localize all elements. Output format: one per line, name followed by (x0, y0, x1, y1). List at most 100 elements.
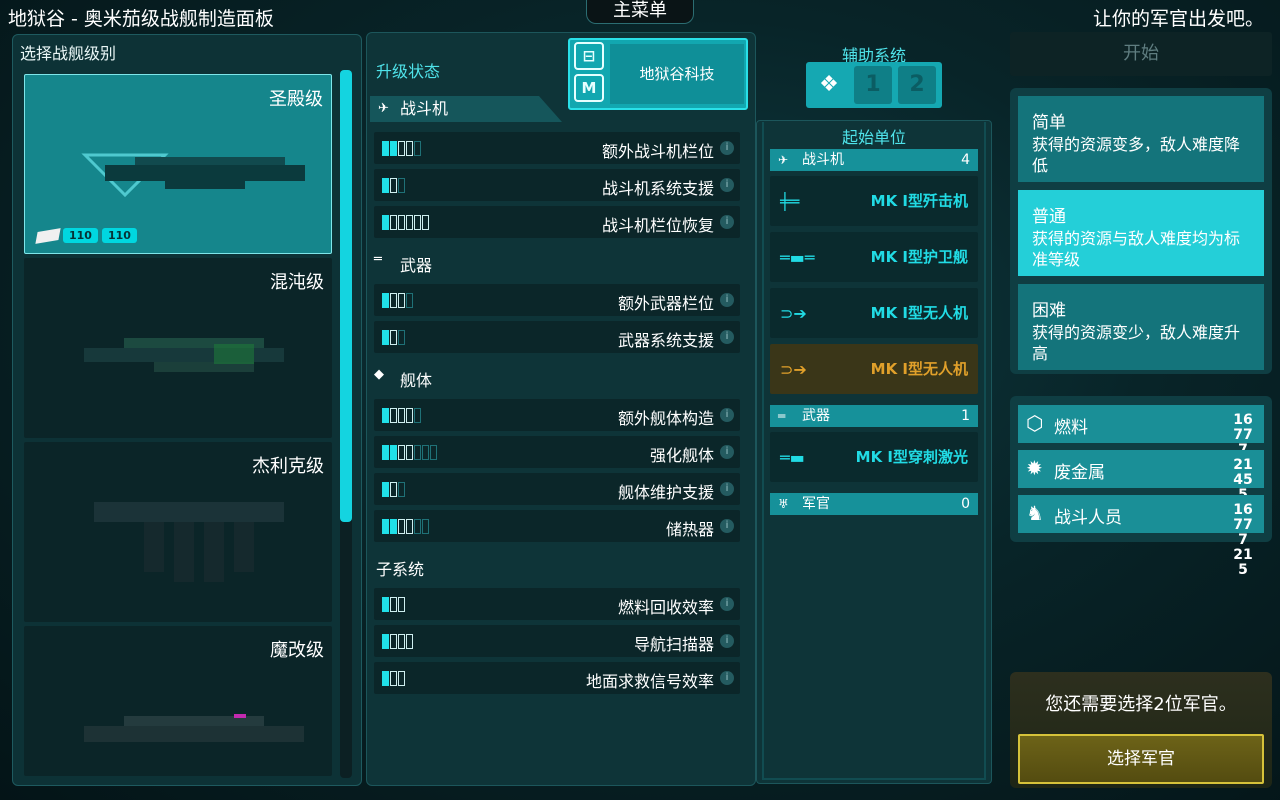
info-icon[interactable]: i (720, 482, 734, 496)
level-bar-on (390, 141, 397, 156)
upgrade-row[interactable]: 战斗机系统支援 i (374, 169, 740, 201)
level-bar-off (414, 141, 421, 156)
drone-icon: ⊃➔ (780, 360, 807, 379)
level-bar-mid (406, 215, 413, 230)
level-bar-on (382, 519, 389, 534)
level-bar-mid (390, 293, 397, 308)
ship-name: 魔改级 (270, 640, 324, 661)
upgrade-row[interactable]: 额外舰体构造 i (374, 399, 740, 431)
info-icon[interactable]: i (720, 408, 734, 422)
level-bar-off (414, 408, 421, 423)
upgrade-row[interactable]: 武器系统支援 i (374, 321, 740, 353)
upgrade-label: 强化舰体 (649, 446, 714, 465)
ship-card-chaos[interactable]: 混沌级 (24, 258, 332, 438)
section-weapons: ═ 武器 (374, 252, 432, 276)
level-bar-mid (406, 141, 413, 156)
ship-name: 混沌级 (270, 272, 324, 293)
unit-card[interactable]: ⊃➔ MK I型无人机 (770, 288, 978, 338)
info-icon[interactable]: i (720, 445, 734, 459)
upgrade-label: 额外武器栏位 (617, 294, 714, 313)
level-bar-mid (390, 215, 397, 230)
resource-crew: ♞ 战斗人员 16 77 7 21 5 (1018, 495, 1264, 578)
level-bar-mid (406, 519, 413, 534)
ship-card-temple[interactable]: 圣殿级 110 110 (24, 74, 332, 254)
units-officers-count: 0 (961, 496, 970, 512)
soldier-icon: ♞ (1026, 501, 1044, 525)
unit-card[interactable]: ╪═ MK I型歼击机 (770, 176, 978, 226)
start-button[interactable]: 开始 (1010, 32, 1272, 76)
upgrade-row[interactable]: 战斗机栏位恢复 i (374, 206, 740, 238)
info-icon[interactable]: i (720, 519, 734, 533)
level-bar-on (382, 330, 389, 345)
upgrade-row[interactable]: 地面求救信号效率 i (374, 662, 740, 694)
upgrade-level-bars (382, 671, 405, 686)
level-bar-mid (390, 597, 397, 612)
difficulty-desc: 获得的资源与敌人难度均为标准等级 (1032, 229, 1241, 269)
resource-value: 16 77 7 21 5 (1233, 502, 1253, 578)
main-menu-button[interactable]: 主菜单 (586, 0, 694, 24)
level-bar-on (390, 445, 397, 460)
info-icon[interactable]: i (720, 141, 734, 155)
info-icon[interactable]: i (720, 330, 734, 344)
units-officers-label: 军官 (802, 496, 830, 512)
scrollbar-thumb[interactable] (340, 70, 352, 522)
level-bar-mid (390, 482, 397, 497)
level-bar-off (414, 519, 421, 534)
units-weapons-header: ═ 武器 1 (770, 405, 978, 427)
difficulty-easy[interactable]: 简单 获得的资源变多，敌人难度降低 (1018, 96, 1264, 182)
unit-name: MK I型护卫舰 (870, 248, 968, 266)
difficulty-normal[interactable]: 普通 获得的资源与敌人难度均为标准等级 (1018, 190, 1264, 276)
info-icon[interactable]: i (720, 178, 734, 192)
ship-image (84, 714, 304, 742)
tech-icon-a: ⊟ (574, 42, 604, 70)
level-bar-mid (406, 634, 413, 649)
units-officers-header: ♅ 军官 0 (770, 493, 978, 515)
section-subsystems: 子系统 (376, 560, 425, 579)
difficulty-name: 普通 (1032, 207, 1066, 227)
scrap-gear-icon: ✹ (1026, 456, 1043, 480)
upgrade-label: 额外战斗机栏位 (601, 142, 714, 161)
upgrade-level-bars (382, 482, 405, 497)
laser-icon: ═▬ (780, 448, 805, 467)
hell-tech-selector[interactable]: ⊟ M 地狱谷科技 (568, 38, 748, 110)
aux-slot-2[interactable]: 2 (898, 66, 936, 104)
upgrade-row[interactable]: 燃料回收效率 i (374, 588, 740, 620)
unit-card-warning[interactable]: ⊃➔ MK I型无人机 (770, 344, 978, 394)
level-bar-mid (398, 293, 405, 308)
aux-stack-icon[interactable]: ❖ (810, 66, 848, 104)
info-icon[interactable]: i (720, 634, 734, 648)
info-icon[interactable]: i (720, 215, 734, 229)
difficulty-desc: 获得的资源变多，敌人难度降低 (1032, 135, 1241, 175)
upgrade-level-bars (382, 445, 437, 460)
upgrade-row[interactable]: 导航扫描器 i (374, 625, 740, 657)
upgrade-row[interactable]: 额外战斗机栏位 i (374, 132, 740, 164)
difficulty-hard[interactable]: 困难 获得的资源变少，敌人难度升高 (1018, 284, 1264, 370)
level-bar-mid (390, 634, 397, 649)
aux-slot-1[interactable]: 1 (854, 66, 892, 104)
upgrade-level-bars (382, 141, 421, 156)
ship-name: 杰利克级 (252, 456, 324, 477)
info-icon[interactable]: i (720, 293, 734, 307)
unit-card[interactable]: ═▬ MK I型穿刺激光 (770, 432, 978, 482)
units-fighters-count: 4 (961, 152, 970, 168)
upgrade-label: 武器系统支援 (617, 331, 714, 350)
level-bar-on (382, 215, 389, 230)
units-fighters-header: ✈ 战斗机 4 (770, 149, 978, 171)
upgrade-level-bars (382, 519, 429, 534)
level-bar-mid (398, 215, 405, 230)
level-bar-mid (398, 671, 405, 686)
unit-card[interactable]: ═▬═ MK I型护卫舰 (770, 232, 978, 282)
upgrade-row[interactable]: 额外武器栏位 i (374, 284, 740, 316)
tech-icon-m: M (574, 74, 604, 102)
upgrade-row[interactable]: 舰体维护支援 i (374, 473, 740, 505)
ship-card-jerrick[interactable]: 杰利克级 (24, 442, 332, 622)
info-icon[interactable]: i (720, 597, 734, 611)
upgrade-row[interactable]: 储热器 i (374, 510, 740, 542)
upgrade-row[interactable]: 强化舰体 i (374, 436, 740, 468)
weapon-icon: ═ (778, 409, 786, 423)
select-officer-button[interactable]: 选择军官 (1018, 734, 1264, 784)
info-icon[interactable]: i (720, 671, 734, 685)
upgrade-label: 额外舰体构造 (617, 409, 714, 428)
ship-card-modded[interactable]: 魔改级 (24, 626, 332, 776)
badge-2: 110 (101, 228, 137, 243)
